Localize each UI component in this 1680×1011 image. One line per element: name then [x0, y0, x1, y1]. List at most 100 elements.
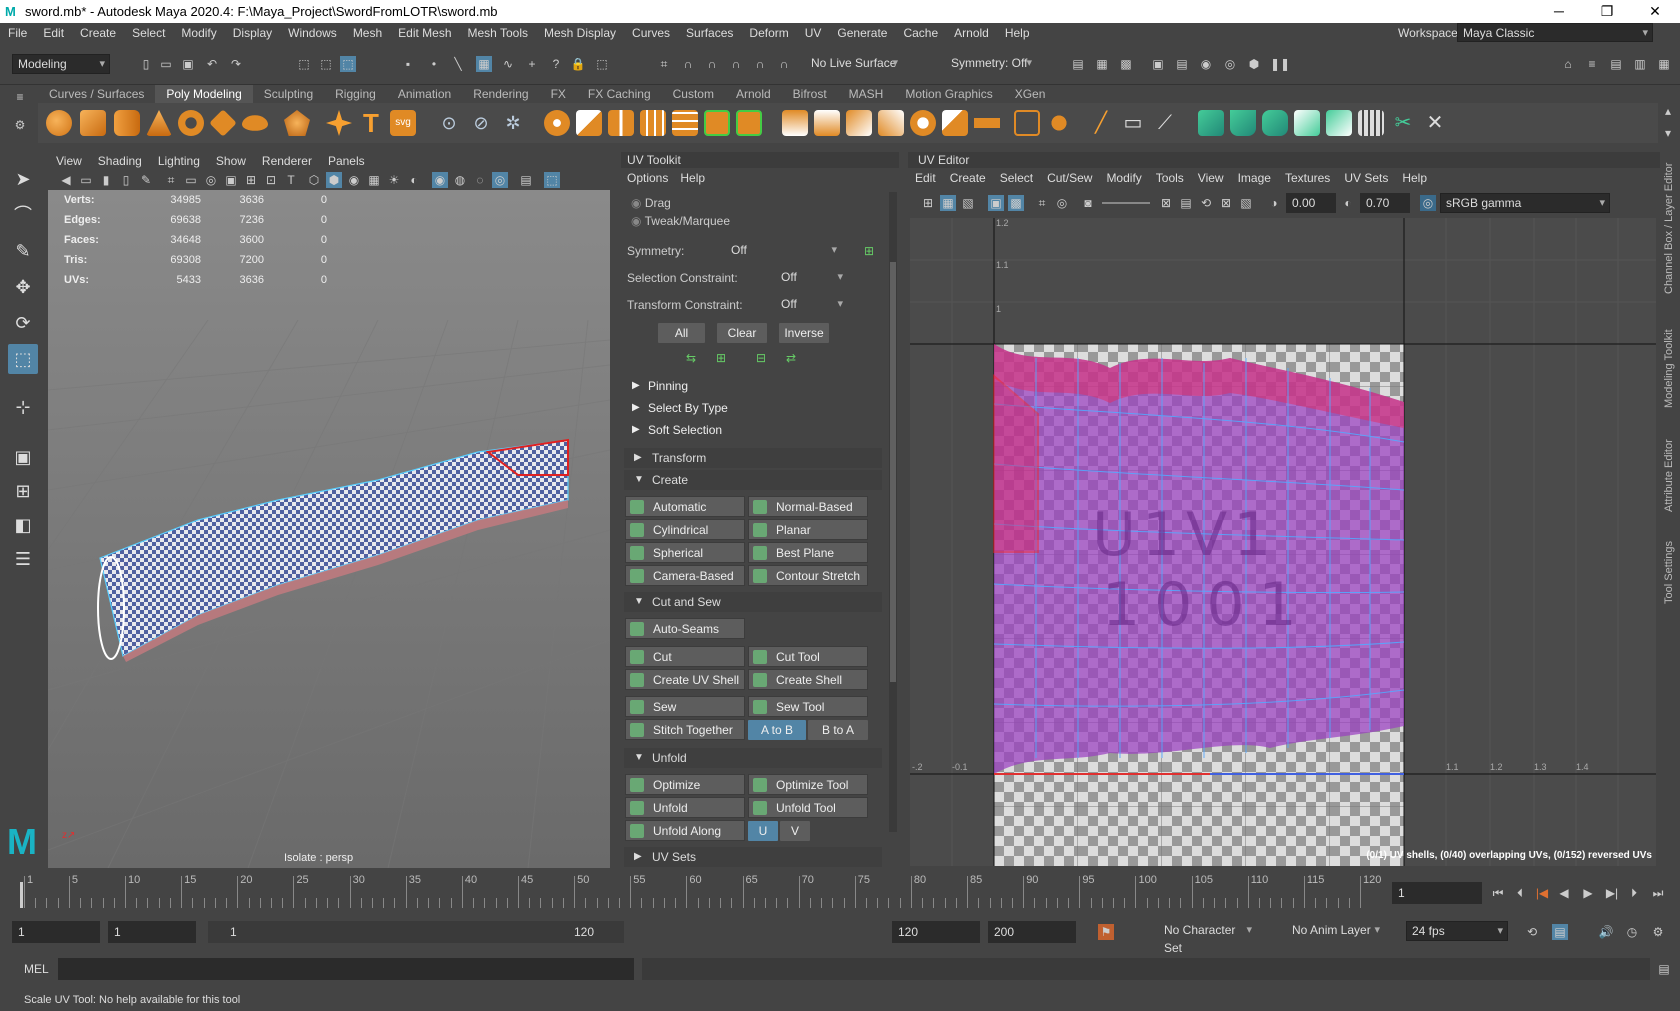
- shelf-tab-fx[interactable]: FX: [540, 85, 577, 103]
- uv-auto-icon[interactable]: [1294, 110, 1320, 136]
- script-language[interactable]: MEL: [24, 962, 49, 976]
- combine-icon[interactable]: [544, 110, 570, 136]
- uv-distortion-icon[interactable]: ◎: [1054, 195, 1070, 211]
- merge-icon[interactable]: [974, 110, 1000, 136]
- menu-arnold[interactable]: Arnold: [946, 26, 997, 40]
- anim-prefs-icon[interactable]: ⚙: [1650, 924, 1666, 940]
- select-all-button[interactable]: All: [658, 323, 705, 343]
- timing-icon[interactable]: ◷: [1624, 924, 1640, 940]
- script-editor-icon[interactable]: ▤: [1656, 961, 1672, 977]
- select-shell-icon[interactable]: ⊞: [713, 350, 729, 366]
- open-scene-icon[interactable]: ▭: [158, 56, 174, 72]
- uv-layout-icon[interactable]: [1358, 110, 1384, 136]
- uv-psd-icon[interactable]: ▧: [1238, 195, 1254, 211]
- reduce-icon[interactable]: [672, 110, 698, 136]
- stitch-together-button[interactable]: Stitch Together: [625, 719, 745, 740]
- menu-modify[interactable]: Modify: [173, 26, 224, 40]
- clear-selection-button[interactable]: Clear: [717, 323, 767, 343]
- tweak-option[interactable]: ◉ Tweak/Marquee: [631, 214, 730, 228]
- soft-selection-section[interactable]: ▶ Soft Selection: [624, 420, 882, 440]
- uvt-symmetry-dropdown[interactable]: Off: [701, 241, 841, 261]
- restore-button[interactable]: ❐: [1584, 0, 1630, 23]
- menu-edit-mesh[interactable]: Edit Mesh: [390, 26, 459, 40]
- close-button[interactable]: ✕: [1632, 0, 1678, 23]
- automatic-button[interactable]: Automatic: [625, 496, 745, 517]
- sew-tool-button[interactable]: Sew Tool: [748, 696, 868, 717]
- particle-tool-icon[interactable]: ✲: [500, 110, 526, 136]
- uve-menu-uv-sets[interactable]: UV Sets: [1337, 168, 1395, 188]
- offset-edge-loop-icon[interactable]: ⟋: [1152, 110, 1178, 136]
- modeling-toolkit-toggle-icon[interactable]: ⌂: [1560, 56, 1576, 72]
- shelf-scroll-up-icon[interactable]: ▴: [1660, 103, 1676, 119]
- symmetry-dropdown[interactable]: Symmetry: Off: [946, 54, 1036, 74]
- attribute-editor-toggle-icon[interactable]: ▤: [1608, 56, 1624, 72]
- shelf-tab-sculpting[interactable]: Sculpting: [253, 85, 324, 103]
- menu-mesh[interactable]: Mesh: [345, 26, 390, 40]
- select-edge-icon[interactable]: ╲: [450, 56, 466, 72]
- snap-projected-icon[interactable]: ∩: [728, 56, 744, 72]
- lasso-tool-icon[interactable]: ⌒: [8, 200, 38, 230]
- go-to-start-icon[interactable]: ⏮: [1490, 885, 1506, 901]
- uv-isolate-icon[interactable]: ⟲: [1198, 195, 1214, 211]
- a-to-b-button[interactable]: A to B: [748, 720, 806, 740]
- inverse-selection-button[interactable]: Inverse: [779, 323, 829, 343]
- range-bar[interactable]: 1 120: [208, 921, 624, 943]
- menu-edit[interactable]: Edit: [35, 26, 72, 40]
- lights-icon[interactable]: ☀: [386, 172, 402, 188]
- vp-menu-view[interactable]: View: [48, 152, 90, 170]
- playback-end-field[interactable]: 120: [892, 921, 980, 943]
- menu-create[interactable]: Create: [72, 26, 124, 40]
- b-to-a-button[interactable]: B to A: [808, 720, 868, 740]
- make-hole-icon[interactable]: [942, 110, 968, 136]
- go-to-end-icon[interactable]: ⏭: [1650, 885, 1666, 901]
- sew-button[interactable]: Sew: [625, 696, 745, 717]
- menu-windows[interactable]: Windows: [280, 26, 345, 40]
- menu-surfaces[interactable]: Surfaces: [678, 26, 741, 40]
- menu-help[interactable]: Help: [997, 26, 1038, 40]
- shelf-scroll-down-icon[interactable]: ▾: [1660, 125, 1676, 141]
- save-scene-icon[interactable]: ▣: [180, 56, 196, 72]
- sculpt-tool-icon[interactable]: ⊙: [436, 110, 462, 136]
- target-weld-icon[interactable]: [1046, 110, 1072, 136]
- camera-based-button[interactable]: Camera-Based: [625, 565, 745, 586]
- pause-viewport-icon[interactable]: ❚❚: [1270, 56, 1290, 72]
- render-settings-icon[interactable]: ▩: [1118, 56, 1134, 72]
- uv-grid-icon[interactable]: ⌗: [1034, 195, 1050, 211]
- shelf-tabs-menu-icon[interactable]: ≡: [12, 89, 28, 105]
- shelf-tab-bifrost[interactable]: Bifrost: [782, 85, 838, 103]
- shelf-tab-arnold[interactable]: Arnold: [725, 85, 782, 103]
- select-by-type-section[interactable]: ▶ Select By Type: [624, 398, 882, 418]
- tab-channel-box[interactable]: Channel Box / Layer Editor: [1663, 163, 1675, 294]
- vp-menu-shading[interactable]: Shading: [90, 152, 150, 170]
- undo-icon[interactable]: ↶: [204, 56, 220, 72]
- vp-menu-show[interactable]: Show: [208, 152, 254, 170]
- type-tool-icon[interactable]: T: [358, 110, 384, 136]
- select-curve-icon[interactable]: ∿: [500, 56, 516, 72]
- menu-curves[interactable]: Curves: [624, 26, 678, 40]
- xray-components-icon[interactable]: ◎: [492, 172, 508, 188]
- uv-snapshot-icon[interactable]: ◙: [1080, 195, 1096, 211]
- uve-menu-select[interactable]: Select: [993, 168, 1040, 188]
- poly-cube-icon[interactable]: [80, 110, 106, 136]
- uv-sew-icon[interactable]: ✕: [1422, 110, 1448, 136]
- unfold-v-button[interactable]: V: [780, 821, 810, 841]
- drag-option[interactable]: ◉ Drag: [631, 196, 671, 210]
- snap-point-icon[interactable]: ∩: [704, 56, 720, 72]
- fill-hole-icon[interactable]: [910, 110, 936, 136]
- create-shell-grid-button[interactable]: Create Shell (Grid): [748, 669, 868, 708]
- symmetry-grid-icon[interactable]: ⊞: [861, 243, 877, 259]
- uvt-scrollbar[interactable]: [889, 192, 897, 832]
- separate-icon[interactable]: [576, 110, 602, 136]
- spherical-button[interactable]: Spherical: [625, 542, 745, 563]
- normal-based-button[interactable]: Normal-Based: [748, 496, 868, 517]
- gate-mask-icon[interactable]: ▣: [223, 172, 239, 188]
- camera-attributes-icon[interactable]: ▭: [78, 172, 94, 188]
- motion-blur-icon[interactable]: ⬚: [544, 172, 560, 188]
- select-component-icon[interactable]: ⬚: [340, 56, 356, 72]
- menu-cache[interactable]: Cache: [895, 26, 946, 40]
- uv-canvas[interactable]: U1V1 1001 1.2 1.1 1 -.2 -0.1 1.1 1.2 1.3…: [910, 218, 1656, 866]
- uve-menu-edit[interactable]: Edit: [908, 168, 943, 188]
- bridge-uv-icon[interactable]: [736, 110, 762, 136]
- highlight-selection-icon[interactable]: ⬚: [594, 56, 610, 72]
- poly-plane-icon[interactable]: [209, 109, 237, 137]
